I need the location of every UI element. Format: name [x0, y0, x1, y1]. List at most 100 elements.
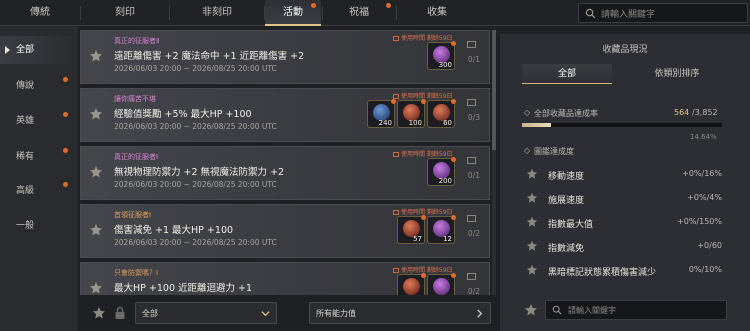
item-slot[interactable]: 100 — [397, 99, 426, 128]
select-value: 全部 — [142, 309, 158, 318]
item-slot[interactable] — [427, 273, 456, 295]
sidebar-item-label: 英雄 — [16, 116, 35, 126]
collection-effect: 遠距離傷害 +2 魔法命中 +1 近距離傷害 +2 — [114, 51, 305, 62]
collection-list: 真正的征服者Ⅱ 遠距離傷害 +2 魔法命中 +1 近距離傷害 +2 2026/0… — [80, 30, 490, 295]
tab-label: 祝福 — [349, 7, 369, 18]
stat-value: 0%/10% — [688, 265, 722, 274]
tab-traditional[interactable]: 傳統 — [0, 0, 80, 26]
stat-label: 黑暗標記狀態累積傷害減少 — [548, 268, 657, 278]
tab-sort-by-category[interactable]: 依類別排序 — [632, 64, 722, 84]
grade-filter-select[interactable]: 全部 — [135, 302, 277, 324]
star-icon[interactable] — [89, 107, 103, 121]
favorite-filter-star-icon[interactable] — [524, 303, 538, 317]
expiry-label: 使用時間 剩餘59日 — [393, 33, 453, 42]
total-rate-label: 全部收藏品達成率 — [534, 109, 598, 118]
book-icon — [467, 273, 476, 280]
stat-label: 移動速度 — [548, 172, 585, 182]
star-icon[interactable] — [89, 165, 103, 179]
total-percent: 14.64% — [690, 133, 717, 141]
star-icon[interactable] — [526, 264, 538, 276]
tab-non-engraving[interactable]: 非刻印 — [170, 0, 264, 26]
ability-filter-button[interactable]: 所有能力值 — [309, 302, 491, 324]
notification-dot — [451, 215, 456, 220]
lock-icon[interactable] — [114, 306, 126, 320]
item-count: 240 — [378, 119, 392, 127]
tab-status-all[interactable]: 全部 — [522, 64, 612, 84]
notification-dot — [451, 41, 456, 46]
tab-blessing[interactable]: 祝福 — [323, 0, 395, 26]
stat-row[interactable]: 指數最大值 +0%/150% — [522, 214, 722, 232]
stat-row[interactable]: 移動速度 +0%/16% — [522, 166, 722, 184]
expiry-text: 使用時間 剩餘59日 — [401, 35, 453, 42]
item-count: 100 — [408, 119, 422, 127]
item-slot[interactable]: 300 — [427, 41, 456, 70]
collection-card[interactable]: 只會防禦嗎？Ⅰ 最大HP +100 近距離迴避力 +1 使用時間 剩餘59日 0… — [80, 262, 490, 295]
item-slot[interactable]: 57 — [397, 215, 426, 244]
stat-row[interactable]: 指數減免 +0/60 — [522, 238, 722, 256]
search-icon — [585, 8, 596, 19]
collection-progress: 0/2 — [467, 287, 480, 295]
item-slot[interactable] — [397, 273, 426, 295]
progress-fill — [522, 123, 552, 127]
collection-card[interactable]: 首領征服者Ⅰ 傷害減免 +1 最大HP +100 2026/06/03 20:0… — [80, 204, 490, 258]
tab-label: 依類別排序 — [654, 69, 700, 79]
list-scrollbar[interactable] — [492, 30, 496, 295]
collection-category: 真正的征服者Ⅰ — [114, 153, 159, 161]
notification-dot — [421, 273, 426, 278]
sidebar-item-normal[interactable]: 一般 — [0, 212, 78, 240]
stat-value: +0%/150% — [677, 217, 722, 226]
star-icon[interactable] — [526, 216, 538, 228]
item-slot[interactable]: 240 — [367, 99, 396, 128]
item-count: 300 — [438, 61, 452, 69]
item-icon — [433, 278, 450, 295]
tab-engraving[interactable]: 刻印 — [81, 0, 169, 26]
notification-dot — [451, 157, 456, 162]
tab-label: 刻印 — [115, 7, 135, 18]
notification-dot — [311, 3, 316, 8]
stat-row[interactable]: 施展速度 +0%/4% — [522, 190, 722, 208]
chevron-right-icon — [477, 309, 483, 318]
sidebar-item-all[interactable]: 全部 — [0, 36, 78, 64]
collection-period: 2026/06/03 20:00 ~ 2026/08/25 20:00 UTC — [114, 122, 277, 131]
collection-card[interactable]: 真正的征服者Ⅱ 遠距離傷害 +2 魔法命中 +1 近距離傷害 +2 2026/0… — [80, 30, 490, 84]
search-input[interactable]: 請輸入關鍵字 — [578, 3, 748, 23]
stat-search-input[interactable]: 請輸入關鍵字 — [545, 300, 727, 320]
panel-title: 收藏品現況 — [602, 45, 648, 55]
notification-dot — [421, 215, 426, 220]
book-icon — [467, 157, 476, 164]
star-icon[interactable] — [89, 49, 103, 63]
collection-period: 2026/06/03 20:00 ~ 2026/08/25 20:00 UTC — [114, 180, 277, 189]
star-icon[interactable] — [89, 223, 103, 237]
search-placeholder: 請輸入關鍵字 — [601, 10, 656, 20]
item-count: 12 — [443, 235, 452, 243]
favorite-filter-star-icon[interactable] — [92, 306, 106, 320]
star-icon[interactable] — [526, 168, 538, 180]
star-icon[interactable] — [526, 240, 538, 252]
star-icon[interactable] — [89, 281, 103, 295]
button-label: 所有能力值 — [316, 309, 356, 318]
star-icon[interactable] — [526, 192, 538, 204]
stat-value: +0%/16% — [682, 169, 722, 178]
stat-label: 施展速度 — [548, 196, 585, 206]
tab-collection[interactable]: 收集 — [397, 0, 477, 26]
item-slot[interactable]: 12 — [427, 215, 456, 244]
collection-card[interactable]: 讓你痛苦不堪 經驗值獎勵 +5% 最大HP +100 2026/06/03 20… — [80, 88, 490, 142]
collection-period: 2026/06/03 20:00 ~ 2026/08/25 20:00 UTC — [114, 64, 277, 73]
sidebar-item-label: 傳說 — [16, 81, 35, 91]
item-slot[interactable]: 200 — [427, 157, 456, 186]
collection-category: 讓你痛苦不堪 — [114, 95, 156, 103]
collection-category: 真正的征服者Ⅱ — [114, 37, 160, 45]
collection-effect: 傷害減免 +1 最大HP +100 — [114, 225, 234, 236]
collection-progress: 0/3 — [467, 113, 480, 122]
notification-dot — [451, 273, 456, 278]
item-slot[interactable]: 60 — [427, 99, 456, 128]
sidebar-item-label: 高級 — [16, 186, 35, 196]
collection-card[interactable]: 真正的征服者Ⅰ 無視物理防禦力 +2 無視魔法防禦力 +2 2026/06/03… — [80, 146, 490, 200]
tab-label: 收集 — [427, 7, 447, 18]
selected-arrow-icon — [5, 46, 10, 54]
tab-label: 傳統 — [30, 7, 50, 18]
stat-row[interactable]: 黑暗標記狀態累積傷害減少 0%/10% — [522, 262, 722, 280]
diamond-icon: ◇ — [524, 146, 531, 155]
collection-progress: 0/1 — [467, 171, 480, 180]
scrollbar-thumb[interactable] — [492, 30, 496, 150]
